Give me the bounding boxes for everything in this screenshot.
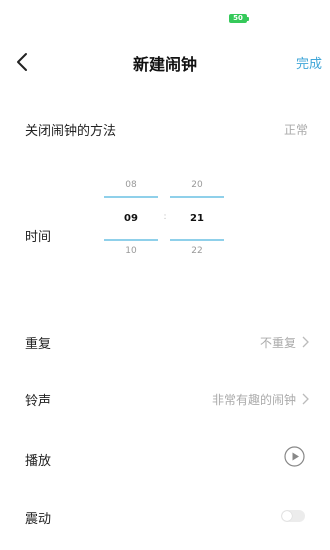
- repeat-label: 重复: [25, 337, 52, 352]
- hour-prev[interactable]: 08: [104, 180, 158, 190]
- play-label: 播放: [25, 454, 52, 469]
- close-method-label: 关闭闹钟的方法: [25, 124, 117, 139]
- ringtone-value: 非常有趣的闹钟: [211, 393, 296, 407]
- play-button[interactable]: [284, 446, 305, 467]
- ringtone-label: 铃声: [25, 394, 52, 409]
- chevron-right-icon: [302, 336, 309, 348]
- chevron-right-icon: [302, 393, 309, 405]
- battery-level: 50: [233, 14, 243, 22]
- vibrate-toggle-knob: [282, 511, 292, 521]
- minute-next[interactable]: 22: [170, 246, 224, 256]
- hour-selected[interactable]: 09: [104, 213, 158, 224]
- minute-top-line: [170, 196, 224, 198]
- hour-bottom-line: [104, 239, 158, 241]
- minute-bottom-line: [170, 239, 224, 241]
- done-button[interactable]: 完成: [270, 53, 322, 72]
- repeat-value: 不重复: [259, 336, 296, 350]
- minute-prev[interactable]: 20: [170, 180, 224, 190]
- ringtone-row[interactable]: 铃声 非常有趣的闹钟: [0, 383, 330, 413]
- time-label: 时间: [25, 230, 52, 245]
- hour-next[interactable]: 10: [104, 246, 158, 256]
- repeat-row[interactable]: 重复 不重复: [0, 326, 330, 356]
- vibrate-label: 震动: [25, 512, 52, 527]
- time-separator: :: [163, 212, 167, 222]
- minute-selected[interactable]: 21: [170, 213, 224, 224]
- play-icon: [284, 446, 305, 467]
- close-method-value: 正常: [283, 123, 308, 137]
- close-method-row[interactable]: 关闭闹钟的方法 正常: [0, 112, 330, 142]
- hour-top-line: [104, 196, 158, 198]
- battery-nub: [247, 17, 249, 21]
